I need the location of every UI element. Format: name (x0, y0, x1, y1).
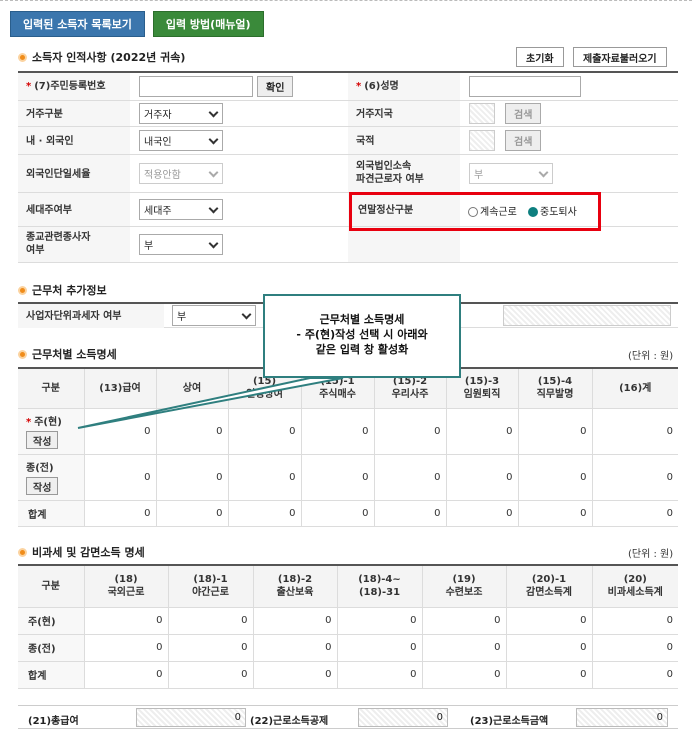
callout-line: - 주(현)작성 선택 시 아래와 (296, 328, 428, 341)
taxfree-header-row: 구분 (18) 국외근로 (18)-1 야간근로 (18)-2 출산보육 (18)-4… (18, 565, 678, 608)
earned-income-amount-label: (23)근로소득금액 (470, 716, 549, 727)
taxfree-header: 구분 (18, 565, 85, 608)
table-row: 합계 0 0 0 0 0 0 0 (18, 661, 678, 689)
taxfree-cell: 0 (337, 661, 423, 689)
earned-income-deduction-label: (22)근로소득공제 (250, 716, 329, 727)
earned-income-deduction-value: 0 (358, 708, 448, 727)
taxfree-unit: (단위 : 원) (628, 549, 674, 560)
taxfree-cell[interactable]: 0 (84, 634, 169, 662)
row-header: 종(전) (18, 634, 85, 662)
taxfree-cell[interactable]: 0 (84, 607, 169, 635)
taxfree-cell: 0 (84, 661, 169, 689)
taxfree-cell[interactable]: 0 (592, 607, 678, 635)
taxfree-cell[interactable]: 0 (168, 607, 254, 635)
taxfree-header: (18)-1 야간근로 (168, 565, 254, 608)
callout-line: 같은 입력 창 활성화 (315, 343, 409, 356)
taxfree-table: 구분 (18) 국외근로 (18)-1 야간근로 (18)-2 출산보육 (18)-4… (18, 564, 678, 689)
taxfree-cell[interactable]: 0 (337, 607, 423, 635)
taxfree-cell[interactable]: 0 (506, 634, 593, 662)
taxfree-cell[interactable]: 0 (253, 634, 338, 662)
taxfree-header: (18) 국외근로 (84, 565, 169, 608)
taxfree-cell[interactable]: 0 (253, 607, 338, 635)
taxfree-cell: 0 (506, 661, 593, 689)
row-header: 주(현) (18, 607, 85, 635)
taxfree-section-title-text: 비과세 및 감면소득 명세 (32, 546, 145, 559)
earned-income-amount-value: 0 (576, 708, 668, 727)
taxfree-header: (20) 비과세소득계 (592, 565, 678, 608)
callout-tail (77, 377, 344, 429)
taxfree-cell[interactable]: 0 (422, 634, 507, 662)
taxfree-cell[interactable]: 0 (506, 607, 593, 635)
taxfree-cell: 0 (422, 661, 507, 689)
table-row: 주(현) 0 0 0 0 0 0 0 (18, 607, 678, 635)
taxfree-cell: 0 (253, 661, 338, 689)
taxfree-section-title: 비과세 및 감면소득 명세 (18, 544, 145, 560)
taxfree-header: (19) 수련보조 (422, 565, 507, 608)
total-pay-value: 0 (136, 708, 246, 727)
taxfree-header: (18)-2 출산보육 (253, 565, 338, 608)
totals-bar: (21)총급여 0 (22)근로소득공제 0 (23)근로소득금액 0 (18, 705, 678, 729)
callout-box: 근무처별 소득명세 - 주(현)작성 선택 시 아래와 같은 입력 창 활성화 (263, 294, 461, 378)
taxfree-cell[interactable]: 0 (592, 634, 678, 662)
taxfree-header: (18)-4~ (18)-31 (337, 565, 423, 608)
taxfree-cell[interactable]: 0 (168, 634, 254, 662)
taxfree-cell: 0 (168, 661, 254, 689)
table-row: 종(전) 0 0 0 0 0 0 0 (18, 634, 678, 662)
row-header: 합계 (18, 661, 85, 689)
taxfree-cell[interactable]: 0 (422, 607, 507, 635)
taxfree-header: (20)-1 감면소득계 (506, 565, 593, 608)
callout-line: 근무처별 소득명세 (319, 313, 405, 326)
bullet-icon (18, 547, 27, 557)
taxfree-cell: 0 (592, 661, 678, 689)
taxfree-cell[interactable]: 0 (337, 634, 423, 662)
total-pay-label: (21)총급여 (28, 716, 79, 727)
